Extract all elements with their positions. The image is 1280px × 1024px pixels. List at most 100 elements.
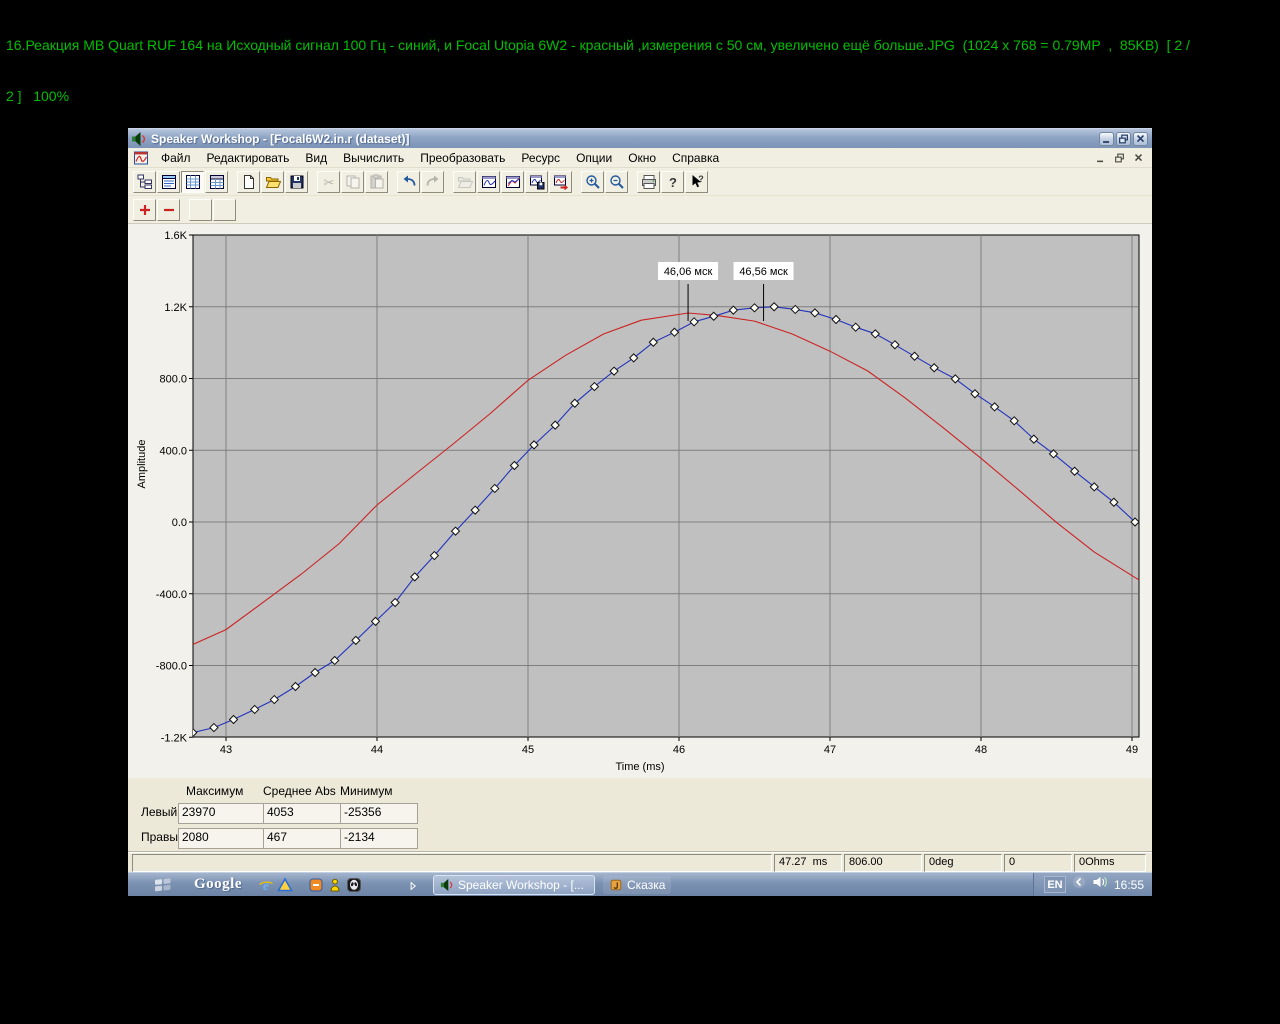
copy-icon: [346, 175, 359, 188]
svg-text:e: e: [263, 879, 269, 893]
redo-button: [421, 170, 444, 193]
system-tray: EN 16:55: [1032, 873, 1152, 896]
svg-text:47: 47: [824, 744, 836, 756]
stats-right-max-field[interactable]: 2080: [178, 828, 268, 849]
svg-text:-1.2K: -1.2K: [161, 732, 188, 744]
svg-text:400.0: 400.0: [159, 445, 187, 457]
svg-text:800.0: 800.0: [159, 374, 187, 386]
language-indicator[interactable]: EN: [1043, 876, 1066, 893]
newfile-icon: [243, 174, 254, 189]
zoomin-icon: [585, 174, 600, 189]
export-chart-button[interactable]: [549, 170, 572, 193]
menu-item-file[interactable]: Файл: [153, 149, 199, 167]
menu-item-help[interactable]: Справка: [664, 149, 727, 167]
ie-icon[interactable]: e: [258, 877, 274, 894]
clock[interactable]: 16:55: [1114, 878, 1144, 892]
exportchart-icon: [553, 175, 568, 190]
taskbar-button-skazka[interactable]: Сказка: [603, 875, 672, 894]
close-button[interactable]: [1133, 131, 1148, 146]
status-phase: 0deg: [924, 853, 1002, 872]
view-sheet-button[interactable]: [157, 170, 180, 193]
save-icon: [290, 175, 303, 188]
triangle-icon[interactable]: [277, 876, 293, 893]
menu-item-transform[interactable]: Преобразовать: [412, 149, 513, 167]
menu-item-edit[interactable]: Редактировать: [199, 149, 298, 167]
tree-icon: [137, 174, 152, 189]
menu-item-view[interactable]: Вид: [297, 149, 335, 167]
context-help-button[interactable]: ?: [685, 170, 708, 193]
sheet3-icon: [209, 174, 224, 189]
stats-header-avg-abs: Среднее Abs: [263, 784, 336, 798]
tray-collapse-icon[interactable]: [1072, 875, 1086, 894]
cut-icon: ✂: [323, 175, 334, 190]
yellow-figure-icon[interactable]: [327, 877, 343, 893]
stats-left-max-field[interactable]: 23970: [178, 803, 268, 824]
stats-left-min-field[interactable]: -25356: [340, 803, 418, 824]
zoom-out-button[interactable]: [605, 170, 628, 193]
menu-item-calculate[interactable]: Вычислить: [335, 149, 412, 167]
view-tree-button[interactable]: [133, 170, 156, 193]
menu-item-options[interactable]: Опции: [568, 149, 620, 167]
menu-item-window[interactable]: Окно: [620, 149, 664, 167]
blank-button-2[interactable]: [213, 198, 236, 221]
dataset-document-icon: [133, 150, 149, 166]
view-datasheet-button[interactable]: [181, 170, 204, 193]
stats-right-min-field[interactable]: -2134: [340, 828, 418, 849]
open-button[interactable]: [261, 170, 284, 193]
stats-row-label-left: Левый: [141, 805, 178, 819]
svg-text:46,56 мск: 46,56 мск: [739, 266, 788, 278]
svg-text:45: 45: [522, 744, 534, 756]
menu-item-resource[interactable]: Ресурс: [513, 149, 568, 167]
chart-window-button[interactable]: [477, 170, 500, 193]
blank-icon: [217, 202, 233, 218]
zoomout-icon: [609, 174, 624, 189]
savechart-icon: [529, 175, 544, 189]
copy-button: [341, 170, 364, 193]
mdi-restore-button[interactable]: [1112, 151, 1127, 165]
stats-right-avg-abs-field[interactable]: 467: [263, 828, 344, 849]
status-ohms: 0Ohms: [1074, 853, 1146, 872]
orange-badge-icon[interactable]: [308, 877, 324, 893]
paste-button: [365, 170, 388, 193]
svg-text:-400.0: -400.0: [156, 589, 187, 601]
volume-icon[interactable]: [1092, 875, 1108, 894]
start-button[interactable]: [154, 877, 174, 893]
stats-left-avg-abs-field[interactable]: 4053: [263, 803, 344, 824]
menubar: Файл Редактировать Вид Вычислить Преобразова…: [128, 148, 1152, 168]
chart-client-area: 43 44 45 46 47 48 49 1.6K 1.2K 800.0 400.0 0.0 -400.…: [128, 224, 1152, 778]
mdi-minimize-button[interactable]: [1093, 151, 1108, 165]
add-point-button[interactable]: [133, 198, 156, 221]
mdi-close-button[interactable]: [1131, 151, 1146, 165]
stats-panel: Максимум Среднее Abs Минимум Левый 23970 4053…: [128, 778, 1152, 852]
google-toolbar[interactable]: Google: [194, 876, 242, 893]
svg-text:1.2K: 1.2K: [164, 302, 187, 314]
status-main: [132, 853, 772, 872]
undo-button[interactable]: [397, 170, 420, 193]
save-button[interactable]: [285, 170, 308, 193]
restore-button[interactable]: [1116, 131, 1131, 146]
taskbar: Google e Speaker Workshop - [... Сказка …: [128, 872, 1152, 896]
minimize-button[interactable]: [1099, 131, 1114, 146]
taskbar-button-speaker-workshop[interactable]: Speaker Workshop - [...: [433, 874, 595, 895]
help-icon: ?: [669, 175, 677, 190]
alien-icon[interactable]: [346, 877, 362, 893]
svg-text:1.6K: 1.6K: [164, 230, 187, 242]
view-grid-button[interactable]: [205, 170, 228, 193]
svg-text:?: ?: [669, 175, 677, 190]
svg-text:0.0: 0.0: [172, 517, 187, 529]
new-button[interactable]: [237, 170, 260, 193]
svg-text:-800.0: -800.0: [156, 661, 187, 673]
viewer-background: { "viewer": { "caption_line1": "16.Реакц…: [0, 0, 1280, 1024]
save-chart-button[interactable]: [525, 170, 548, 193]
help-button[interactable]: ?: [661, 170, 684, 193]
skazka-task-icon: [609, 878, 623, 892]
remove-point-button[interactable]: [157, 198, 180, 221]
chart-window-2-button[interactable]: [501, 170, 524, 193]
blank-button-1[interactable]: [189, 198, 212, 221]
chartwin2-icon: [505, 175, 520, 188]
window-title: Speaker Workshop - [Focal6W2.in.r (datas…: [151, 131, 410, 146]
quicklaunch-expand-icon[interactable]: [407, 879, 419, 891]
desktop-screenshot: Speaker Workshop - [Focal6W2.in.r (datas…: [128, 128, 1152, 896]
zoom-in-button[interactable]: [581, 170, 604, 193]
print-button[interactable]: [637, 170, 660, 193]
